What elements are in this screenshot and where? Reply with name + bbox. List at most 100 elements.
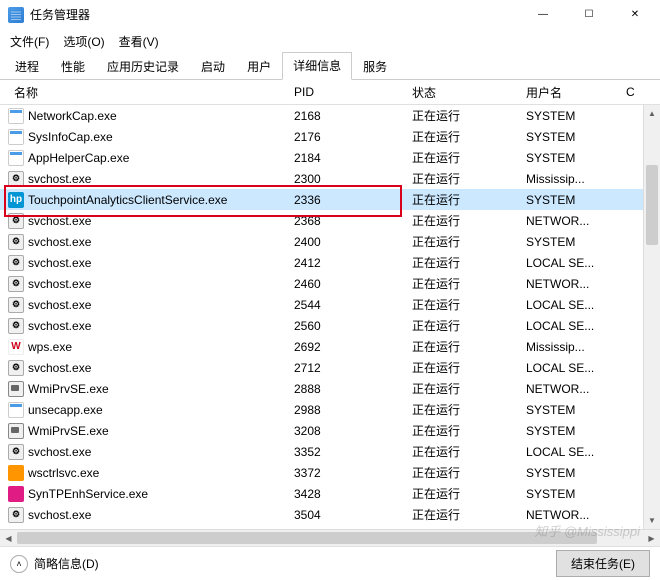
cell-user: SYSTEM [520, 424, 620, 438]
cell-status: 正在运行 [406, 149, 520, 166]
cell-pid: 2368 [288, 214, 406, 228]
cell-user: SYSTEM [520, 193, 620, 207]
scroll-right-arrow-icon[interactable]: ▶ [643, 530, 660, 547]
wmi-icon [8, 381, 24, 397]
gear-icon [8, 360, 24, 376]
wmi-icon [8, 423, 24, 439]
process-row[interactable]: svchost.exe3504正在运行NETWOR... [0, 504, 660, 525]
process-row[interactable]: WmiPrvSE.exe2888正在运行NETWOR... [0, 378, 660, 399]
tab-2[interactable]: 应用历史记录 [96, 53, 190, 80]
cell-name: svchost.exe [8, 444, 288, 460]
cell-pid: 2460 [288, 277, 406, 291]
gear-icon [8, 318, 24, 334]
process-list[interactable]: NetworkCap.exe2168正在运行SYSTEMSysInfoCap.e… [0, 105, 660, 529]
cell-user: SYSTEM [520, 403, 620, 417]
gear-icon [8, 234, 24, 250]
cell-user: LOCAL SE... [520, 445, 620, 459]
win-icon [8, 108, 24, 124]
process-row[interactable]: SysInfoCap.exe2176正在运行SYSTEM [0, 126, 660, 147]
win-icon [8, 129, 24, 145]
process-row[interactable]: svchost.exe2400正在运行SYSTEM [0, 231, 660, 252]
cell-status: 正在运行 [406, 485, 520, 502]
menu-options[interactable]: 选项(O) [57, 31, 110, 52]
cell-status: 正在运行 [406, 233, 520, 250]
process-row[interactable]: SynTPEnhService.exe3428正在运行SYSTEM [0, 483, 660, 504]
cell-user: NETWOR... [520, 508, 620, 522]
process-name: svchost.exe [28, 214, 91, 228]
process-row[interactable]: WmiPrvSE.exe3208正在运行SYSTEM [0, 420, 660, 441]
window-title: 任务管理器 [30, 6, 520, 23]
end-task-button[interactable]: 结束任务(E) [556, 550, 650, 577]
horizontal-scroll-thumb[interactable] [17, 532, 597, 544]
menu-file[interactable]: 文件(F) [4, 31, 55, 52]
cell-name: svchost.exe [8, 171, 288, 187]
cell-name: NetworkCap.exe [8, 108, 288, 124]
gear-icon [8, 297, 24, 313]
col-header-user[interactable]: 用户名 [520, 80, 620, 105]
cell-user: SYSTEM [520, 487, 620, 501]
process-row[interactable]: hpTouchpointAnalyticsClientService.exe23… [0, 189, 660, 210]
maximize-button[interactable]: ☐ [566, 0, 612, 30]
tab-3[interactable]: 启动 [190, 53, 236, 80]
process-row[interactable]: svchost.exe2412正在运行LOCAL SE... [0, 252, 660, 273]
cell-pid: 2336 [288, 193, 406, 207]
cell-name: svchost.exe [8, 276, 288, 292]
process-name: svchost.exe [28, 235, 91, 249]
process-row[interactable]: unsecapp.exe2988正在运行SYSTEM [0, 399, 660, 420]
scroll-up-arrow-icon[interactable]: ▲ [644, 105, 660, 122]
minimize-button[interactable]: — [520, 0, 566, 30]
cell-pid: 2988 [288, 403, 406, 417]
process-name: svchost.exe [28, 172, 91, 186]
col-header-pid[interactable]: PID [288, 81, 406, 103]
cell-name: SysInfoCap.exe [8, 129, 288, 145]
tab-6[interactable]: 服务 [352, 53, 398, 80]
cell-name: svchost.exe [8, 255, 288, 271]
tab-4[interactable]: 用户 [236, 53, 282, 80]
brief-info-toggle[interactable]: ˄ 简略信息(D) [10, 555, 99, 573]
menu-view[interactable]: 查看(V) [113, 31, 165, 52]
col-header-last[interactable]: C [620, 81, 640, 103]
tab-0[interactable]: 进程 [4, 53, 50, 80]
footer: ˄ 简略信息(D) 结束任务(E) [0, 546, 660, 580]
process-row[interactable]: wsctrlsvc.exe3372正在运行SYSTEM [0, 462, 660, 483]
tab-1[interactable]: 性能 [50, 53, 96, 80]
process-row[interactable]: Wwps.exe2692正在运行Mississip... [0, 336, 660, 357]
process-row[interactable]: svchost.exe2712正在运行LOCAL SE... [0, 357, 660, 378]
process-name: WmiPrvSE.exe [28, 382, 109, 396]
tab-5[interactable]: 详细信息 [282, 52, 352, 80]
cell-pid: 2184 [288, 151, 406, 165]
cell-pid: 3208 [288, 424, 406, 438]
process-name: svchost.exe [28, 256, 91, 270]
process-name: svchost.exe [28, 319, 91, 333]
process-name: SynTPEnhService.exe [28, 487, 148, 501]
cell-name: wsctrlsvc.exe [8, 465, 288, 481]
cell-user: SYSTEM [520, 151, 620, 165]
process-name: svchost.exe [28, 445, 91, 459]
scroll-left-arrow-icon[interactable]: ◀ [0, 530, 17, 547]
col-header-status[interactable]: 状态 [406, 80, 520, 105]
process-row[interactable]: svchost.exe2300正在运行Mississip... [0, 168, 660, 189]
process-name: unsecapp.exe [28, 403, 103, 417]
cell-status: 正在运行 [406, 422, 520, 439]
process-row[interactable]: svchost.exe3352正在运行LOCAL SE... [0, 441, 660, 462]
cell-user: LOCAL SE... [520, 298, 620, 312]
cell-status: 正在运行 [406, 275, 520, 292]
cell-user: NETWOR... [520, 382, 620, 396]
process-row[interactable]: svchost.exe2368正在运行NETWOR... [0, 210, 660, 231]
process-row[interactable]: svchost.exe2560正在运行LOCAL SE... [0, 315, 660, 336]
win-icon [8, 402, 24, 418]
vertical-scrollbar[interactable]: ▲ ▼ [643, 105, 660, 529]
process-name: wsctrlsvc.exe [28, 466, 99, 480]
cell-status: 正在运行 [406, 107, 520, 124]
process-row[interactable]: NetworkCap.exe2168正在运行SYSTEM [0, 105, 660, 126]
process-row[interactable]: svchost.exe2460正在运行NETWOR... [0, 273, 660, 294]
scroll-down-arrow-icon[interactable]: ▼ [644, 512, 660, 529]
cell-name: Wwps.exe [8, 339, 288, 355]
process-row[interactable]: svchost.exe2544正在运行LOCAL SE... [0, 294, 660, 315]
process-name: SysInfoCap.exe [28, 130, 113, 144]
horizontal-scrollbar[interactable]: ◀ ▶ [0, 529, 660, 546]
close-button[interactable]: ✕ [612, 0, 658, 30]
process-row[interactable]: AppHelperCap.exe2184正在运行SYSTEM [0, 147, 660, 168]
vertical-scroll-thumb[interactable] [646, 165, 658, 245]
col-header-name[interactable]: 名称 [8, 80, 288, 105]
